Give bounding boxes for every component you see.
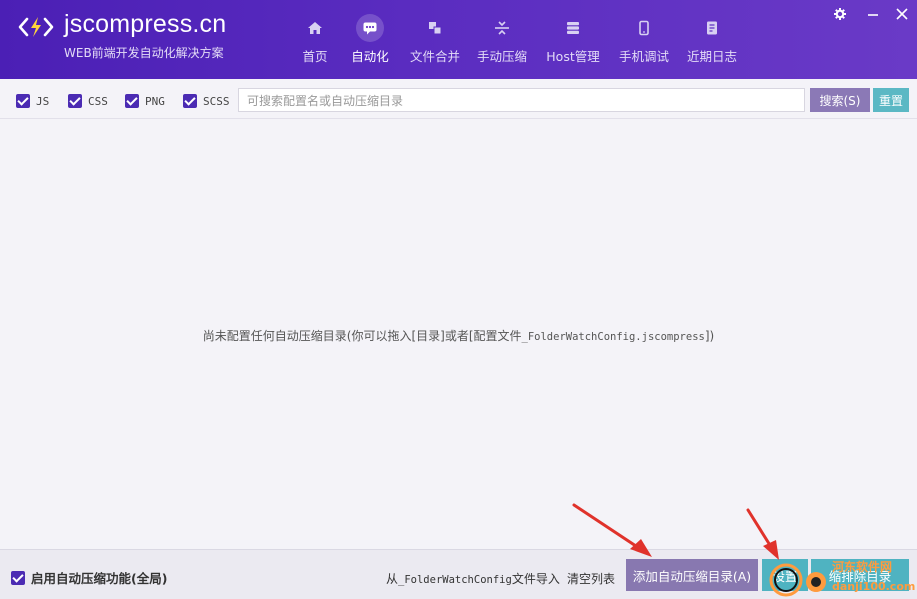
nav-file-merge[interactable]: 文件合并 — [410, 14, 460, 72]
nav-recent-logs[interactable]: 近期日志 — [687, 14, 737, 72]
filter-label: SCSS — [203, 94, 230, 108]
close-icon[interactable] — [895, 6, 909, 22]
logo-icon — [18, 17, 54, 37]
directory-list: 尚未配置任何自动压缩目录(你可以拖入[目录]或者[配置文件_FolderWatc… — [0, 120, 917, 549]
phone-icon — [630, 14, 658, 42]
filter-css-checkbox[interactable]: CSS — [68, 93, 108, 109]
checkbox-checked-icon — [125, 94, 139, 108]
robot-icon — [356, 14, 384, 42]
reset-button[interactable]: 重置 — [873, 88, 909, 112]
filter-png-checkbox[interactable]: PNG — [125, 93, 165, 109]
global-toggle-label: 启用自动压缩功能(全局) — [31, 571, 168, 586]
brand-name: jscompress.cn — [64, 10, 227, 38]
checkbox-checked-icon — [16, 94, 30, 108]
minimize-icon[interactable] — [866, 6, 880, 22]
nav-host-manager[interactable]: Host管理 — [546, 14, 600, 72]
search-button[interactable]: 搜索(S) — [810, 88, 870, 112]
empty-state-message: 尚未配置任何自动压缩目录(你可以拖入[目录]或者[配置文件_FolderWatc… — [202, 329, 715, 343]
nav-phone-debug[interactable]: 手机调试 — [619, 14, 669, 72]
brand-tagline: WEB前端开发自动化解决方案 — [64, 46, 224, 60]
log-icon — [698, 14, 726, 42]
checkbox-checked-icon — [11, 570, 25, 585]
nav-label: 手机调试 — [619, 49, 670, 64]
compress-icon — [488, 14, 516, 42]
gear-icon[interactable] — [833, 6, 847, 22]
import-config-link[interactable]: 从_FolderWatchConfig文件导入 — [386, 570, 560, 587]
merge-icon — [421, 14, 449, 42]
add-directory-button[interactable]: 添加自动压缩目录(A) — [626, 559, 758, 591]
nav-automation[interactable]: 自动化 — [348, 14, 392, 72]
nav-label: 自动化 — [351, 49, 389, 64]
clear-list-link[interactable]: 清空列表 — [567, 570, 615, 587]
nav-manual-compress[interactable]: 手动压缩 — [477, 14, 527, 72]
nav-label: 手动压缩 — [477, 49, 528, 64]
nav-home[interactable]: 首页 — [296, 14, 334, 72]
checkbox-checked-icon — [183, 94, 197, 108]
filter-label: JS — [36, 94, 50, 108]
nav-label: 文件合并 — [410, 49, 461, 64]
filter-js-checkbox[interactable]: JS — [16, 93, 49, 109]
filter-label: PNG — [145, 94, 165, 108]
search-input[interactable]: 可搜索配置名或自动压缩目录 — [238, 88, 805, 112]
global-auto-compress-checkbox[interactable]: 启用自动压缩功能(全局) — [11, 568, 167, 587]
settings-button[interactable]: 设置 — [762, 559, 808, 591]
filter-label: CSS — [88, 94, 108, 108]
home-icon — [301, 14, 329, 42]
exclude-directory-button[interactable]: 缩排除目录 — [811, 559, 909, 591]
nav-label: Host管理 — [546, 49, 600, 64]
nav-label: 近期日志 — [687, 49, 738, 64]
nav-label: 首页 — [302, 49, 328, 64]
filter-scss-checkbox[interactable]: SCSS — [183, 93, 230, 109]
server-icon — [559, 14, 587, 42]
checkbox-checked-icon — [68, 94, 82, 108]
